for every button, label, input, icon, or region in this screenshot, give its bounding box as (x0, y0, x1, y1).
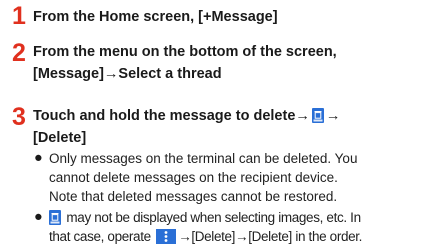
step-text-line-2: [Delete] (33, 130, 87, 146)
step-text-line-2: [Message]→Select a thread (33, 66, 222, 82)
note-line: Only messages on the terminal can be del… (49, 151, 358, 166)
bullet: ● (34, 150, 43, 166)
arrow: → (325, 108, 341, 124)
instruction-page: 1 From the Home screen, [+Message] 2 Fro… (0, 0, 424, 247)
bullet: ● (34, 209, 43, 225)
note-text: →[Delete]→[Delete] in the order. (178, 229, 363, 244)
note-text: that case, operate (49, 229, 151, 244)
step-number: 3 (12, 103, 26, 131)
note-line: Note that deleted messages cannot be res… (49, 189, 338, 204)
step-text: From the Home screen, [+Message] (33, 9, 278, 25)
step-text-line-1: From the menu on the bottom of the scree… (33, 44, 337, 60)
more-menu-icon (156, 229, 177, 249)
note-line: cannot delete messages on the recipient … (49, 170, 338, 185)
note-text: may not be displayed when selecting imag… (66, 210, 361, 225)
trash-icon (311, 108, 324, 129)
step-number: 1 (12, 2, 26, 30)
step-number: 2 (12, 39, 26, 67)
step-text-line-1: Touch and hold the message to delete→ → (33, 106, 340, 129)
note-line: that case, operate →[Delete]→[Delete] in… (49, 227, 362, 249)
step-text: Touch and hold the message to delete→ (33, 108, 310, 124)
